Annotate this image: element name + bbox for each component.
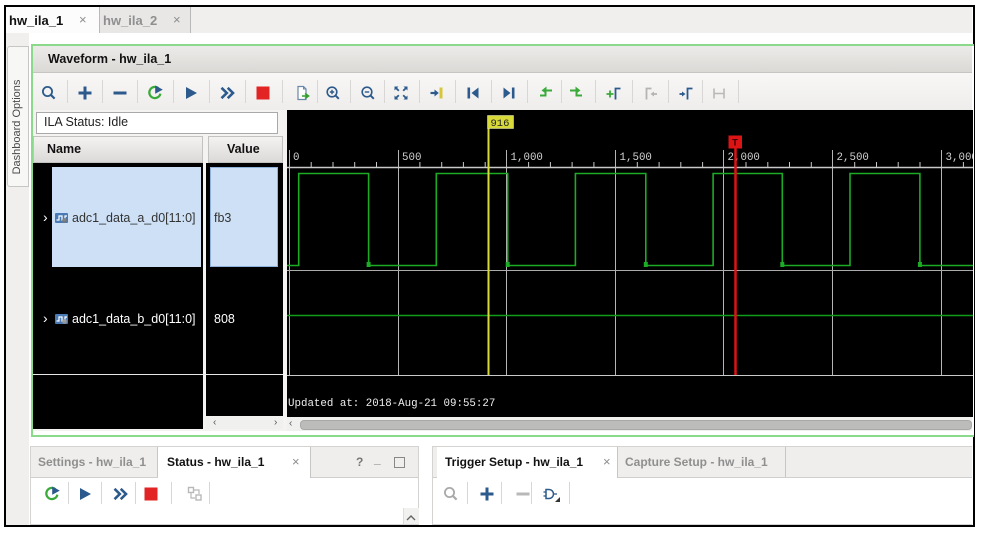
svg-text:500: 500 (402, 152, 421, 164)
svg-text:3,000: 3,000 (946, 152, 974, 164)
svg-text:1,000: 1,000 (511, 152, 543, 164)
svg-text:1,500: 1,500 (620, 152, 652, 164)
svg-text:2,000: 2,000 (728, 152, 760, 164)
svg-text:T: T (732, 139, 738, 150)
svg-text:0: 0 (293, 152, 299, 164)
svg-text:2,500: 2,500 (837, 152, 869, 164)
svg-text:Updated at: 2018-Aug-21 09:55:: Updated at: 2018-Aug-21 09:55:27 (288, 398, 495, 410)
svg-text:916: 916 (491, 118, 510, 130)
